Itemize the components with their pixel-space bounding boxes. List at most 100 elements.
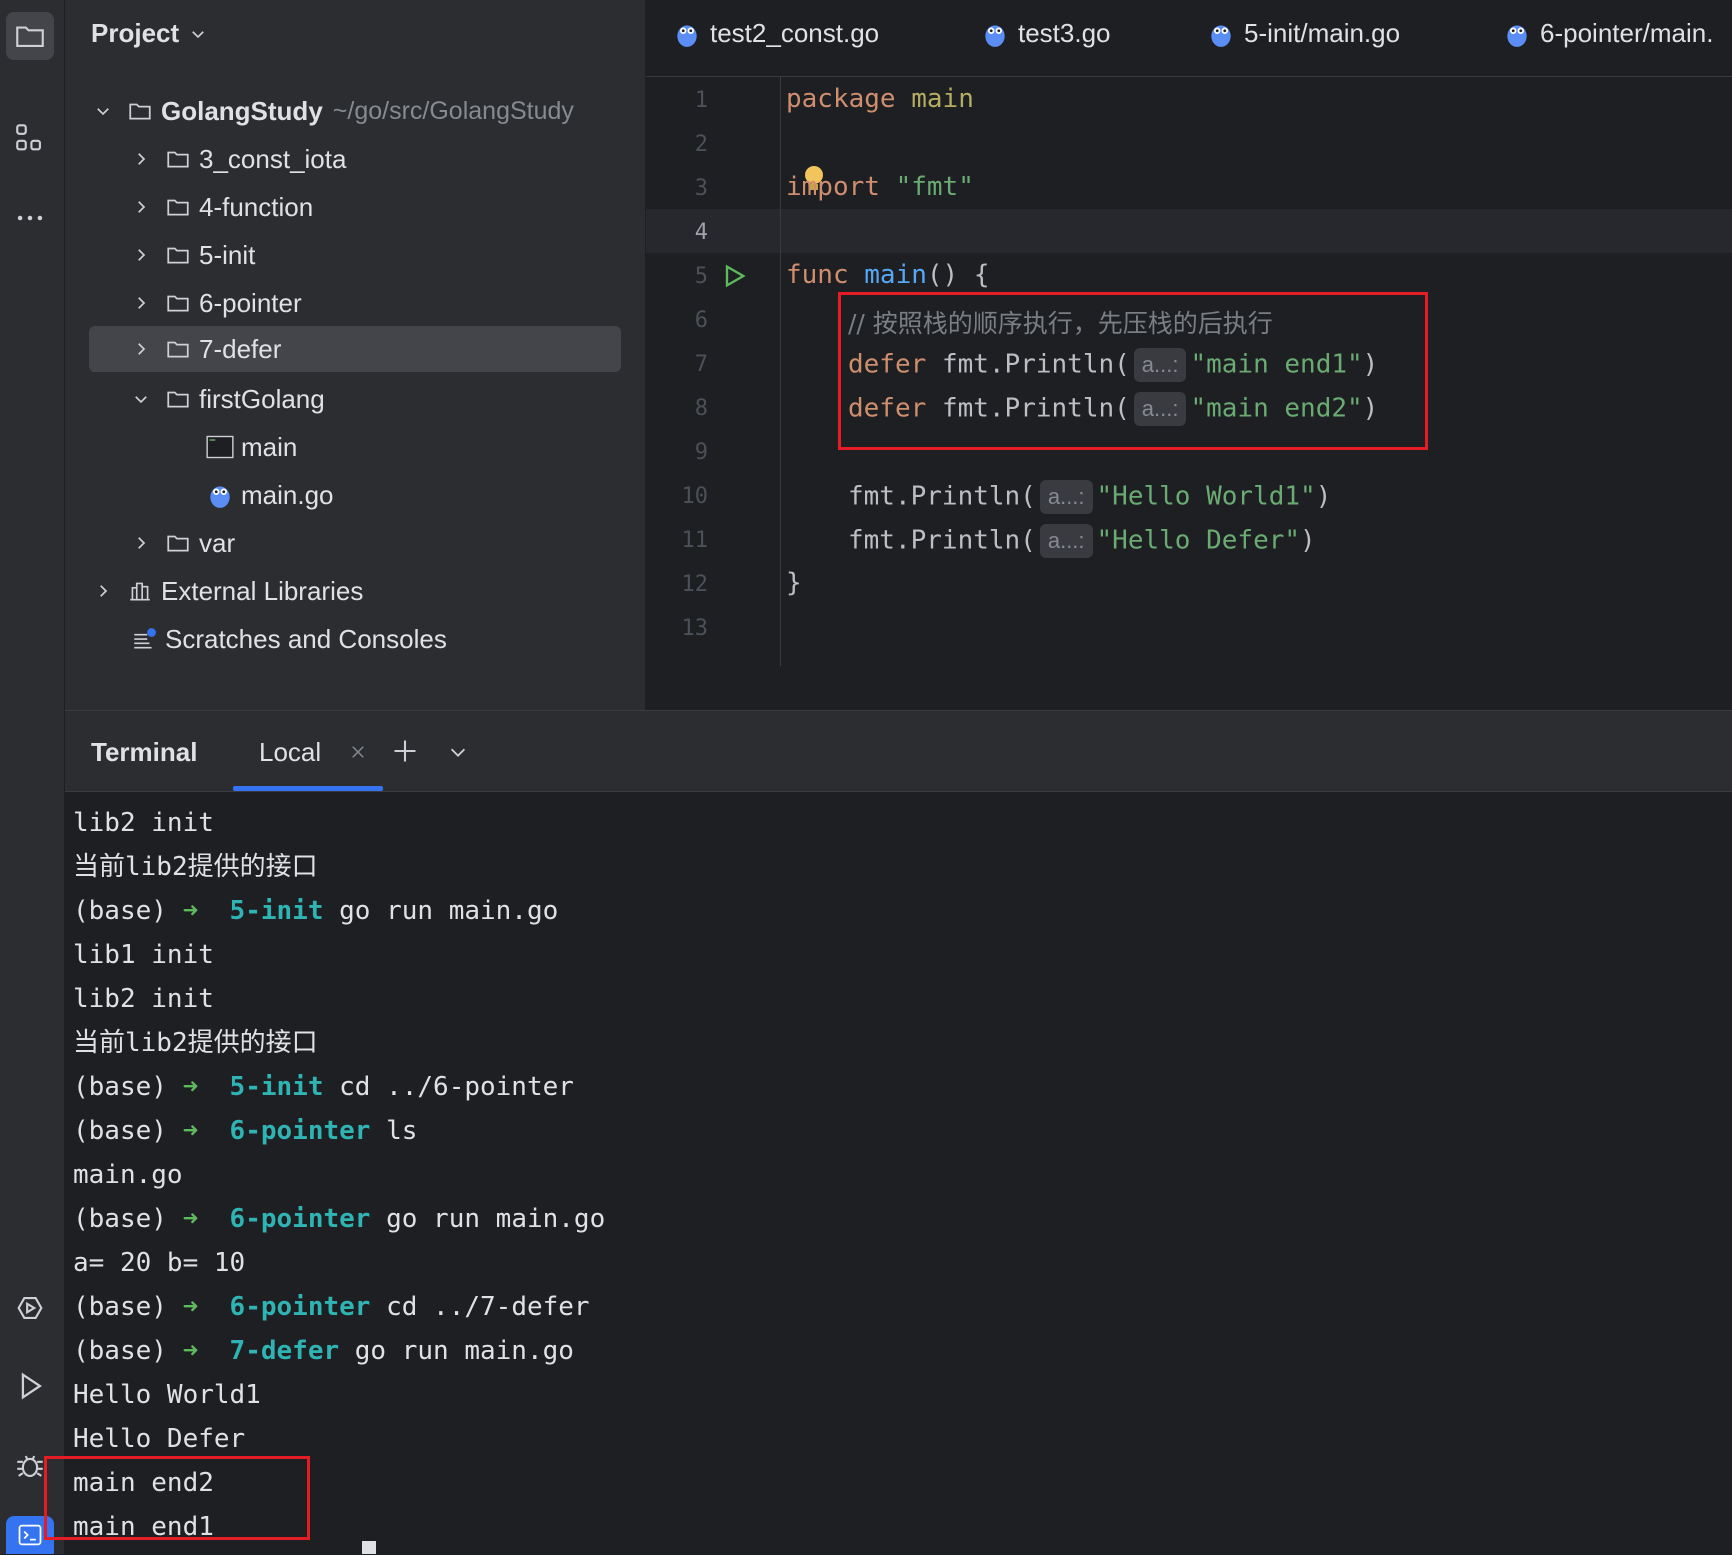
terminal-line: Hello Defer bbox=[73, 1417, 605, 1461]
code-text: ) bbox=[1362, 393, 1379, 424]
chevron-right-icon[interactable] bbox=[127, 241, 155, 269]
prompt-prefix: (base) bbox=[73, 1204, 183, 1234]
chevron-down-icon[interactable] bbox=[89, 97, 117, 125]
terminal-output[interactable]: lib2 init 当前lib2提供的接口 (base) ➜ 5-init go… bbox=[73, 801, 605, 1549]
tab-6-pointer-main-go[interactable]: 6-pointer/main. bbox=[1504, 18, 1713, 49]
folder-icon bbox=[161, 240, 195, 270]
folder-icon bbox=[161, 528, 195, 558]
code-text: fmt.Println( bbox=[848, 481, 1036, 512]
prompt-prefix: (base) bbox=[73, 1292, 183, 1322]
parameter-hint: a...: bbox=[1039, 524, 1093, 558]
output-text: main end1 bbox=[73, 1512, 214, 1542]
prompt-directory: 6-pointer bbox=[229, 1204, 371, 1234]
project-path: ~/go/src/GolangStudy bbox=[332, 96, 574, 125]
tree-item-label: GolangStudy bbox=[161, 95, 323, 126]
line-number: 12 bbox=[681, 572, 709, 597]
chevron-right-icon[interactable] bbox=[89, 577, 117, 605]
prompt-arrow-icon: ➜ bbox=[182, 1116, 199, 1146]
output-text: Hello Defer bbox=[73, 1424, 246, 1454]
tree-item-var[interactable]: var bbox=[127, 520, 621, 566]
tree-item-3-const-iota[interactable]: 3_const_iota bbox=[127, 136, 621, 182]
structure-icon[interactable] bbox=[6, 114, 54, 162]
chevron-right-icon[interactable] bbox=[127, 289, 155, 317]
line-number: 10 bbox=[681, 484, 709, 509]
prompt-directory: 6-pointer bbox=[229, 1292, 371, 1322]
tree-item-4-function[interactable]: 4-function bbox=[127, 184, 621, 230]
code-text: () { bbox=[926, 260, 990, 290]
chevron-down-icon[interactable] bbox=[127, 385, 155, 413]
output-text: lib1 init bbox=[73, 940, 214, 970]
run-icon[interactable] bbox=[6, 1362, 54, 1410]
folder-icon bbox=[123, 96, 157, 126]
output-text: a= 20 b= 10 bbox=[73, 1248, 246, 1278]
line-number: 11 bbox=[681, 528, 709, 553]
tab-5-init-main-go[interactable]: 5-init/main.go bbox=[1208, 18, 1400, 49]
tree-item-6-pointer[interactable]: 6-pointer bbox=[127, 280, 621, 326]
chevron-right-icon[interactable] bbox=[127, 335, 155, 363]
tab-test2-const-go[interactable]: test2_const.go bbox=[674, 18, 879, 49]
tree-item-label: firstGolang bbox=[199, 383, 325, 414]
code-line-12: } bbox=[786, 568, 802, 598]
line-number: 6 bbox=[694, 308, 708, 333]
line-number: 8 bbox=[694, 396, 708, 421]
code-text: fmt.Println( bbox=[941, 393, 1130, 424]
prompt-directory: 5-init bbox=[229, 896, 324, 926]
chevron-right-icon[interactable] bbox=[127, 193, 155, 221]
tree-item-main-go[interactable]: main.go bbox=[203, 472, 621, 518]
string-literal: "fmt" bbox=[895, 172, 974, 202]
close-icon[interactable] bbox=[349, 743, 367, 761]
terminal-tab-local[interactable]: Local bbox=[233, 711, 383, 791]
terminal-line: lib2 init bbox=[73, 977, 605, 1021]
terminal-icon[interactable] bbox=[6, 1516, 54, 1554]
tree-item-7-defer[interactable]: 7-defer bbox=[89, 326, 621, 372]
tree-item-label: External Libraries bbox=[161, 575, 364, 606]
executable-icon bbox=[203, 432, 237, 462]
tab-test3-go[interactable]: test3.go bbox=[982, 18, 1111, 49]
library-icon bbox=[123, 576, 157, 606]
tree-item-scratches[interactable]: Scratches and Consoles bbox=[127, 616, 621, 662]
chevron-down-icon bbox=[192, 30, 204, 38]
chevron-right-icon[interactable] bbox=[127, 145, 155, 173]
debug-icon[interactable] bbox=[6, 1442, 54, 1490]
code-text: fmt.Println( bbox=[941, 349, 1130, 380]
terminal-header: Terminal Local bbox=[65, 711, 1732, 792]
output-text: main end2 bbox=[73, 1468, 214, 1498]
project-view-selector[interactable]: Project bbox=[91, 18, 207, 49]
chevron-right-icon[interactable] bbox=[127, 529, 155, 557]
code-text: ) bbox=[1315, 481, 1332, 512]
keyword: import bbox=[786, 172, 880, 202]
tree-item-golangstudy[interactable]: GolangStudy ~/go/src/GolangStudy bbox=[89, 88, 621, 134]
folder-icon bbox=[161, 334, 195, 364]
add-icon[interactable] bbox=[391, 737, 419, 765]
more-icon[interactable] bbox=[6, 194, 54, 242]
code-line-11: fmt.Println(a...: "Hello Defer") bbox=[848, 524, 1316, 558]
package-name: main bbox=[911, 84, 974, 114]
terminal-prompt-line: (base) ➜ 6-pointer ls bbox=[73, 1109, 605, 1153]
code-editor[interactable]: test2_const.go test3.go 5-init/main.go 6… bbox=[646, 0, 1732, 710]
output-text: 当前lib2提供的接口 bbox=[73, 852, 318, 882]
terminal-line: main.go bbox=[73, 1153, 605, 1197]
tree-item-firstgolang[interactable]: firstGolang bbox=[127, 376, 621, 422]
line-number: 4 bbox=[694, 220, 708, 245]
editor-tab-bar: test2_const.go test3.go 5-init/main.go 6… bbox=[646, 0, 1732, 77]
terminal-line: a= 20 b= 10 bbox=[73, 1241, 605, 1285]
terminal-line: main end2 bbox=[73, 1461, 605, 1505]
string-literal: "main end1" bbox=[1190, 349, 1363, 380]
services-icon[interactable] bbox=[6, 1284, 54, 1332]
gopher-file-icon bbox=[677, 24, 697, 47]
keyword: defer bbox=[848, 349, 927, 380]
project-folder-icon[interactable] bbox=[6, 12, 54, 60]
parameter-hint: a...: bbox=[1039, 480, 1093, 514]
tree-item-5-init[interactable]: 5-init bbox=[127, 232, 621, 278]
tree-item-main-binary[interactable]: main bbox=[203, 424, 621, 470]
parameter-hint: a...: bbox=[1133, 348, 1187, 382]
prompt-prefix: (base) bbox=[73, 896, 183, 926]
chevron-down-icon[interactable] bbox=[447, 741, 469, 763]
code-text: } bbox=[786, 568, 802, 598]
tree-item-external-libraries[interactable]: External Libraries bbox=[89, 568, 621, 614]
gopher-file-icon bbox=[203, 480, 237, 510]
tab-label: test2_const.go bbox=[710, 18, 880, 48]
run-gutter-icon[interactable] bbox=[720, 262, 748, 290]
active-tab-indicator bbox=[233, 786, 383, 791]
command-text: go run main.go bbox=[323, 896, 559, 926]
